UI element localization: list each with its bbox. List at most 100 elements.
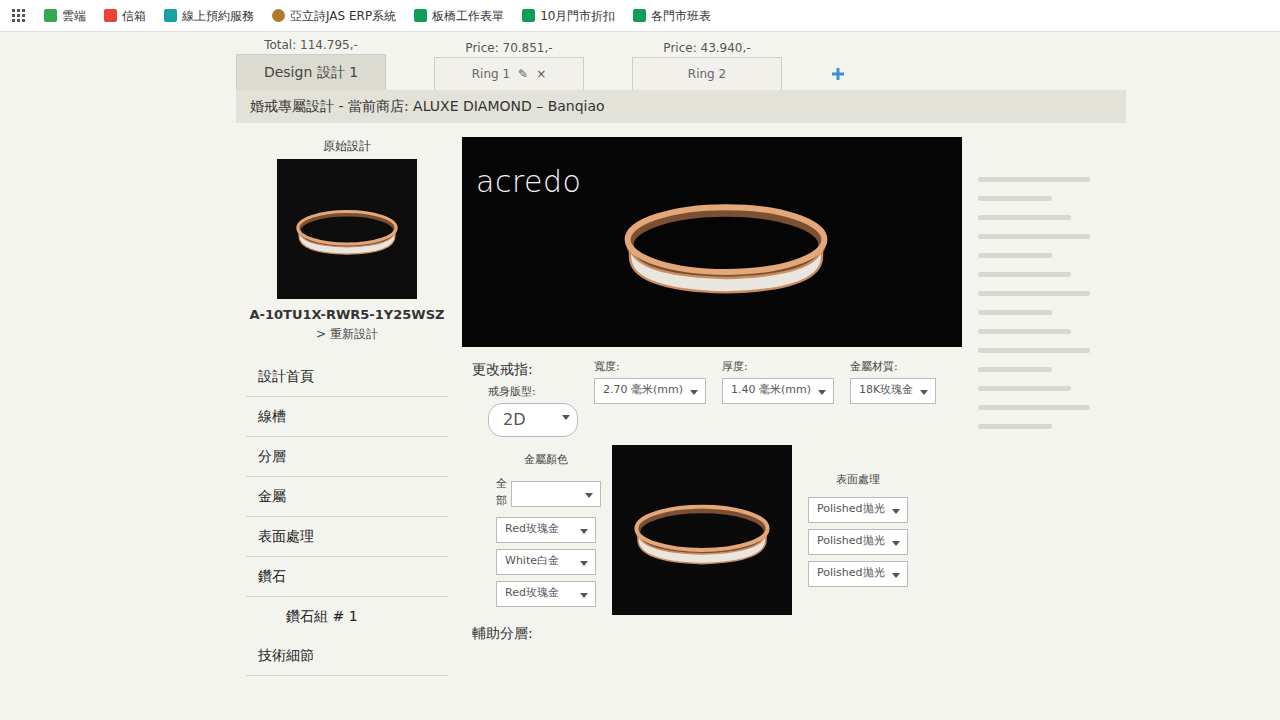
tab-bar: Total: 114.795,-Design 設計 1 Price: 70.851… xyxy=(236,36,1126,90)
finish-select[interactable]: Polished拋光 xyxy=(808,529,908,555)
summary-line xyxy=(978,196,1052,201)
profile-label: 戒身版型: xyxy=(488,384,578,401)
tab-price: Price: 43.940,- xyxy=(632,39,782,57)
bookmark-icon xyxy=(164,9,177,22)
form-field: 寬度: 2.70 毫米(mm) xyxy=(594,359,706,404)
color-select[interactable]: White白金 xyxy=(496,549,596,575)
design-sidebar: 原始設計 A-10TU1X-RWR5-1Y25WSZ> 重新設計設計首頁線槽分層金… xyxy=(236,123,462,676)
bookmark-icon xyxy=(414,9,427,22)
bookmarks-bar: 雲端信箱線上預約服務亞立詩JAS ERP系統板橋工作表單 10月門市折扣各門市班表 xyxy=(0,0,1280,32)
summary-line xyxy=(978,177,1090,182)
redesign-link[interactable]: > 重新設計 xyxy=(246,325,448,343)
ring-preview-image xyxy=(612,445,792,615)
color-select[interactable]: Red玫瑰金 xyxy=(496,517,596,543)
field-select[interactable]: 18K玫瑰金 xyxy=(850,378,936,404)
menu-item[interactable]: 鑽石組 # 1 xyxy=(246,597,448,636)
apps-icon[interactable] xyxy=(12,9,26,22)
ring-icon xyxy=(622,490,782,570)
summary-line xyxy=(978,424,1052,429)
color-preview: 金屬顏色全部 Red玫瑰金 White白金 Red玫瑰金 表面處理 Polished拋光 P… xyxy=(496,445,952,615)
bookmark[interactable]: 板橋工作表單 xyxy=(414,7,504,25)
summary-line xyxy=(978,348,1090,353)
design-code: A-10TU1X-RWR5-1Y25WSZ xyxy=(246,305,448,325)
bookmark[interactable]: 10月門市折扣 xyxy=(522,7,615,25)
ring-icon xyxy=(287,199,407,259)
color-row: Red玫瑰金 xyxy=(496,517,596,543)
tab-action[interactable]: ✎ xyxy=(518,67,528,81)
bookmark[interactable]: 各門市班表 xyxy=(633,7,711,25)
bookmark[interactable]: 線上預約服務 xyxy=(164,7,254,25)
add-tab-icon[interactable] xyxy=(830,66,846,82)
tab[interactable]: Design 設計 1 xyxy=(236,54,386,90)
bookmark-icon xyxy=(522,9,535,22)
content-row: 原始設計A-10TU1X-RWR5-1Y25WSZ> 重新設計設計首頁線槽分層金… xyxy=(236,123,1126,676)
bookmark[interactable]: 雲端 xyxy=(44,7,86,25)
ring-form: 更改戒指: 戒身版型: 2D 寬度: 2.70 毫米(mm) 厚度: 1.40 毫米(mm)… xyxy=(462,347,962,660)
tab-action[interactable]: × xyxy=(536,67,546,81)
color-row: White白金 xyxy=(496,549,596,575)
tab[interactable]: Ring 1✎× xyxy=(434,57,584,90)
summary-line xyxy=(978,253,1052,258)
form-field: 金屬材質: 18K玫瑰金 xyxy=(850,359,936,404)
finish-selects: 表面處理 Polished拋光 Polished拋光 Polished拋光 xyxy=(808,472,908,587)
sub-layers-title: 輔助分層: xyxy=(472,623,952,644)
summary-line xyxy=(978,215,1071,220)
form-field: 厚度: 1.40 毫米(mm) xyxy=(722,359,834,404)
finish-select[interactable]: Polished拋光 xyxy=(808,497,908,523)
original-title: 原始設計 xyxy=(246,137,448,155)
summary-line xyxy=(978,329,1071,334)
menu-item[interactable]: 設計首頁 xyxy=(246,357,448,397)
profile-select[interactable]: 2D xyxy=(488,403,578,437)
summary-line xyxy=(978,405,1090,410)
finish-select[interactable]: Polished拋光 xyxy=(808,561,908,587)
brand-logo: acredo xyxy=(476,159,606,204)
tab-price: Price: 70.851,- xyxy=(434,39,584,57)
field-label: 寬度: xyxy=(594,359,706,376)
profile-group: 更改戒指: 戒身版型: 2D xyxy=(472,359,578,437)
bookmark-icon xyxy=(272,9,285,22)
brand-banner: acredo xyxy=(462,137,962,347)
page: Total: 114.795,-Design 設計 1 Price: 70.851… xyxy=(0,36,1280,676)
color-select[interactable] xyxy=(511,481,601,507)
color-row: Red玫瑰金 xyxy=(496,581,596,607)
designer-panel: acredo 更改戒指: 戒身版型: 2D 寬度: 2.70 毫米(mm) 厚度: 1.40 … xyxy=(462,123,962,676)
summary-line xyxy=(978,234,1090,239)
color-row-label: 全部 xyxy=(496,476,507,509)
bookmark-icon xyxy=(44,9,57,22)
tab-group: Total: 114.795,-Design 設計 1 xyxy=(236,36,386,90)
tab-group: Price: 43.940,-Ring 2 xyxy=(632,39,782,90)
form-row: 更改戒指: 戒身版型: 2D 寬度: 2.70 毫米(mm) 厚度: 1.40 毫米(mm)… xyxy=(472,359,952,437)
summary-line xyxy=(978,367,1052,372)
form-title: 更改戒指: xyxy=(472,359,578,380)
tab-price: Total: 114.795,- xyxy=(236,36,386,54)
field-label: 金屬材質: xyxy=(850,359,936,376)
menu-item[interactable]: 技術細節 xyxy=(246,636,448,676)
bookmark[interactable]: 亞立詩JAS ERP系統 xyxy=(272,7,396,25)
field-label: 厚度: xyxy=(722,359,834,376)
summary-line xyxy=(978,386,1071,391)
bookmark-icon xyxy=(104,9,117,22)
bookmark[interactable]: 信箱 xyxy=(104,7,146,25)
tab[interactable]: Ring 2 xyxy=(632,57,782,90)
original-ring-image xyxy=(277,159,417,299)
ring-icon xyxy=(606,172,846,312)
summary-sidebar xyxy=(962,123,1112,676)
menu-item[interactable]: 金屬 xyxy=(246,477,448,517)
menu-item[interactable]: 分層 xyxy=(246,437,448,477)
finish-title: 表面處理 xyxy=(808,472,908,489)
main-area: Total: 114.795,-Design 設計 1 Price: 70.851… xyxy=(236,36,1126,676)
tab-group: Price: 70.851,-Ring 1✎× xyxy=(434,39,584,90)
colors-title: 金屬顏色 xyxy=(496,452,596,469)
menu-item[interactable]: 鑽石 xyxy=(246,557,448,597)
field-select[interactable]: 1.40 毫米(mm) xyxy=(722,378,834,404)
summary-line xyxy=(978,272,1071,277)
summary-line xyxy=(978,310,1052,315)
summary-line xyxy=(978,291,1090,296)
field-select[interactable]: 2.70 毫米(mm) xyxy=(594,378,706,404)
menu-item[interactable]: 表面處理 xyxy=(246,517,448,557)
color-row: 全部 xyxy=(496,476,596,511)
menu-item[interactable]: 線槽 xyxy=(246,397,448,437)
bookmark-icon xyxy=(633,9,646,22)
color-selects: 金屬顏色全部 Red玫瑰金 White白金 Red玫瑰金 xyxy=(496,452,596,608)
color-select[interactable]: Red玫瑰金 xyxy=(496,581,596,607)
